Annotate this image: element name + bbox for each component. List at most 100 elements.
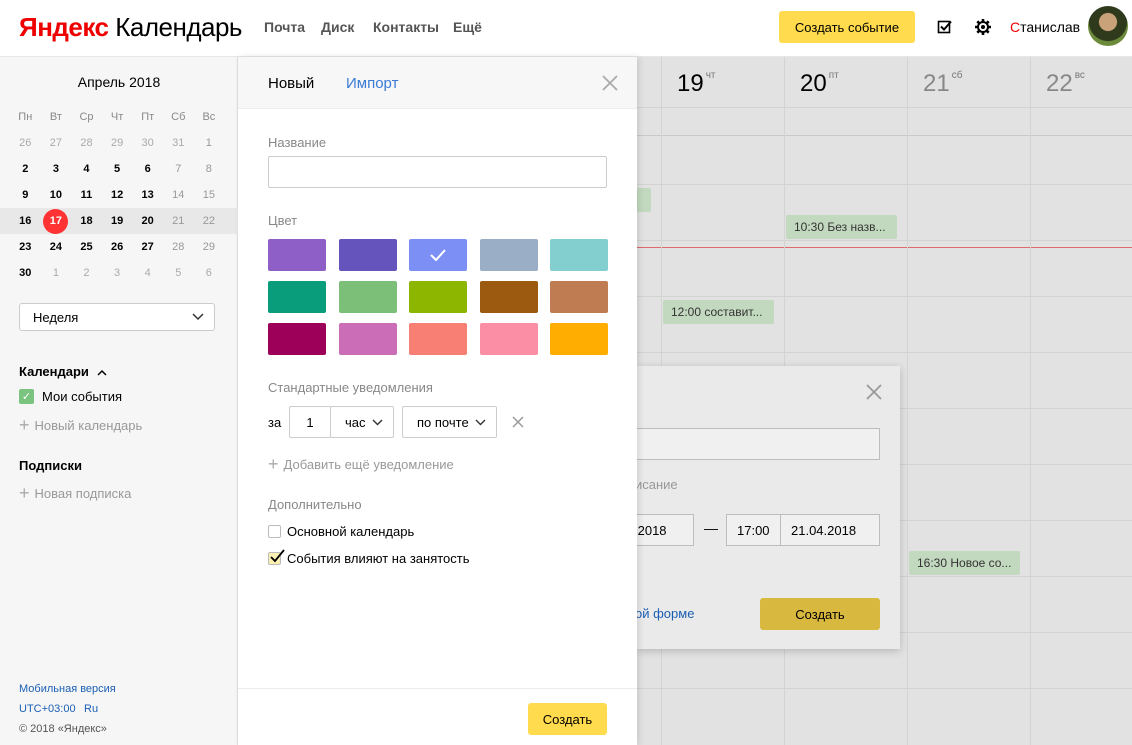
todo-check-icon[interactable]	[935, 17, 955, 37]
calendar-name-input[interactable]	[268, 156, 607, 188]
event-chip-partial[interactable]	[637, 188, 651, 212]
mini-calendar-day[interactable]: 11	[71, 189, 102, 201]
mini-calendar-day[interactable]: 28	[71, 137, 102, 149]
mini-calendar-day[interactable]: 22	[194, 215, 225, 227]
tab-import[interactable]: Импорт	[346, 75, 398, 92]
mini-calendar-day[interactable]: 14	[163, 189, 194, 201]
mini-calendar-day[interactable]: 21	[163, 215, 194, 227]
mini-calendar-day[interactable]: 6	[194, 267, 225, 279]
mini-calendar-day[interactable]: 17	[41, 208, 72, 234]
notif-channel-select[interactable]: по почте	[402, 406, 497, 438]
color-swatch[interactable]	[268, 281, 326, 313]
remove-notification-icon[interactable]	[512, 416, 524, 428]
color-swatch[interactable]	[268, 239, 326, 271]
color-swatch[interactable]	[338, 239, 397, 271]
gear-icon[interactable]	[973, 17, 993, 37]
mini-calendar-day[interactable]: 19	[102, 215, 133, 227]
nav-disk[interactable]: Диск	[321, 19, 354, 35]
language-link[interactable]: Ru	[84, 703, 98, 715]
color-swatch[interactable]	[550, 281, 608, 313]
full-form-link[interactable]: ой форме	[635, 606, 694, 621]
mini-calendar-day[interactable]: 18	[71, 215, 102, 227]
mini-calendar-day[interactable]: 2	[71, 267, 102, 279]
tab-new[interactable]: Новый	[268, 75, 314, 92]
mini-calendar-day[interactable]: 12	[102, 189, 133, 201]
close-icon[interactable]	[866, 384, 882, 400]
mini-calendar-day[interactable]: 2	[10, 163, 41, 175]
mini-calendar-day[interactable]: 23	[10, 241, 41, 253]
color-swatch[interactable]	[479, 323, 538, 355]
create-event-button[interactable]: Создать событие	[779, 11, 915, 43]
mini-calendar-day[interactable]: 31	[163, 137, 194, 149]
user-name[interactable]: Станислав	[1010, 19, 1080, 35]
color-swatch[interactable]	[409, 323, 467, 355]
mini-calendar-day[interactable]: 28	[163, 241, 194, 253]
mini-calendar-day[interactable]: 27	[132, 241, 163, 253]
mini-calendar-day[interactable]: 24	[41, 241, 72, 253]
mini-calendar-day[interactable]: 4	[71, 163, 102, 175]
color-swatch[interactable]	[409, 239, 467, 271]
timezone-link[interactable]: UTC+03:00	[19, 703, 76, 715]
nav-contacts[interactable]: Контакты	[373, 19, 439, 35]
color-swatch[interactable]	[338, 281, 397, 313]
end-date-input[interactable]: 21.04.2018	[780, 514, 880, 546]
logo[interactable]: Яндекс Календарь	[19, 12, 242, 43]
mini-calendar-day[interactable]: 15	[194, 189, 225, 201]
nav-mail[interactable]: Почта	[264, 19, 305, 35]
mini-calendar-day[interactable]: 9	[10, 189, 41, 201]
close-icon[interactable]	[602, 75, 618, 91]
nav-more[interactable]: Ещё	[453, 19, 482, 35]
new-calendar-link[interactable]: + Новый календарь	[19, 415, 142, 436]
mini-calendar-day[interactable]: 7	[163, 163, 194, 175]
color-swatch[interactable]	[479, 281, 538, 313]
day-header-thu[interactable]: 19 чт	[677, 57, 716, 107]
mini-calendar-day[interactable]: 1	[194, 137, 225, 149]
day-header-sun[interactable]: 22 вс	[1046, 57, 1085, 107]
mini-calendar-day[interactable]: 26	[102, 241, 133, 253]
color-swatch[interactable]	[268, 323, 326, 355]
mini-calendar-day[interactable]: 16	[10, 215, 41, 227]
color-swatch[interactable]	[550, 323, 608, 355]
calendars-toggle[interactable]: Календари	[19, 364, 107, 379]
view-select[interactable]: Неделя	[19, 303, 215, 331]
color-swatch[interactable]	[338, 323, 397, 355]
mini-calendar-day[interactable]: 25	[71, 241, 102, 253]
avatar[interactable]	[1088, 6, 1128, 46]
calendar-my-events[interactable]: ✓ Мои события	[19, 389, 122, 404]
mini-calendar-day[interactable]: 30	[132, 137, 163, 149]
checkbox-checked-icon[interactable]: ✓	[19, 389, 34, 404]
mobile-version-link[interactable]: Мобильная версия	[19, 683, 116, 695]
color-swatch[interactable]	[409, 281, 467, 313]
notif-amount-input[interactable]: 1	[289, 406, 331, 438]
notif-unit-select[interactable]: час	[330, 406, 394, 438]
mini-calendar-day[interactable]: 27	[41, 137, 72, 149]
mini-calendar-day[interactable]: 8	[194, 163, 225, 175]
mini-calendar-day[interactable]: 1	[41, 267, 72, 279]
event-title-input[interactable]	[633, 428, 880, 460]
mini-calendar-day[interactable]: 20	[132, 215, 163, 227]
event-chip[interactable]: 12:00 составит...	[663, 300, 774, 324]
dialog-create-button[interactable]: Создать	[760, 598, 880, 630]
mini-calendar-day[interactable]: 3	[102, 267, 133, 279]
day-header-fri[interactable]: 20 пт	[800, 57, 839, 107]
mini-calendar-day[interactable]: 5	[102, 163, 133, 175]
checkbox-unchecked-icon[interactable]	[268, 525, 281, 538]
mini-calendar-day[interactable]: 26	[10, 137, 41, 149]
color-swatch[interactable]	[550, 239, 608, 271]
affects-busy-option[interactable]: События влияют на занятость	[268, 549, 470, 566]
mini-calendar-day[interactable]: 30	[10, 267, 41, 279]
mini-calendar-day[interactable]: 4	[132, 267, 163, 279]
event-chip[interactable]: 16:30 Новое со...	[909, 551, 1020, 575]
start-date-input[interactable]: .2018	[633, 514, 694, 546]
mini-calendar-day[interactable]: 29	[102, 137, 133, 149]
add-notification-link[interactable]: + Добавить ещё уведомление	[268, 454, 454, 475]
color-swatch[interactable]	[479, 239, 538, 271]
mini-calendar-day[interactable]: 13	[132, 189, 163, 201]
day-header-sat[interactable]: 21 сб	[923, 57, 962, 107]
event-chip[interactable]: 10:30 Без назв...	[786, 215, 897, 239]
new-subscription-link[interactable]: + Новая подписка	[19, 483, 131, 504]
create-calendar-button[interactable]: Создать	[528, 703, 607, 735]
primary-calendar-option[interactable]: Основной календарь	[268, 524, 414, 539]
mini-calendar-day[interactable]: 29	[194, 241, 225, 253]
mini-calendar-day[interactable]: 6	[132, 163, 163, 175]
